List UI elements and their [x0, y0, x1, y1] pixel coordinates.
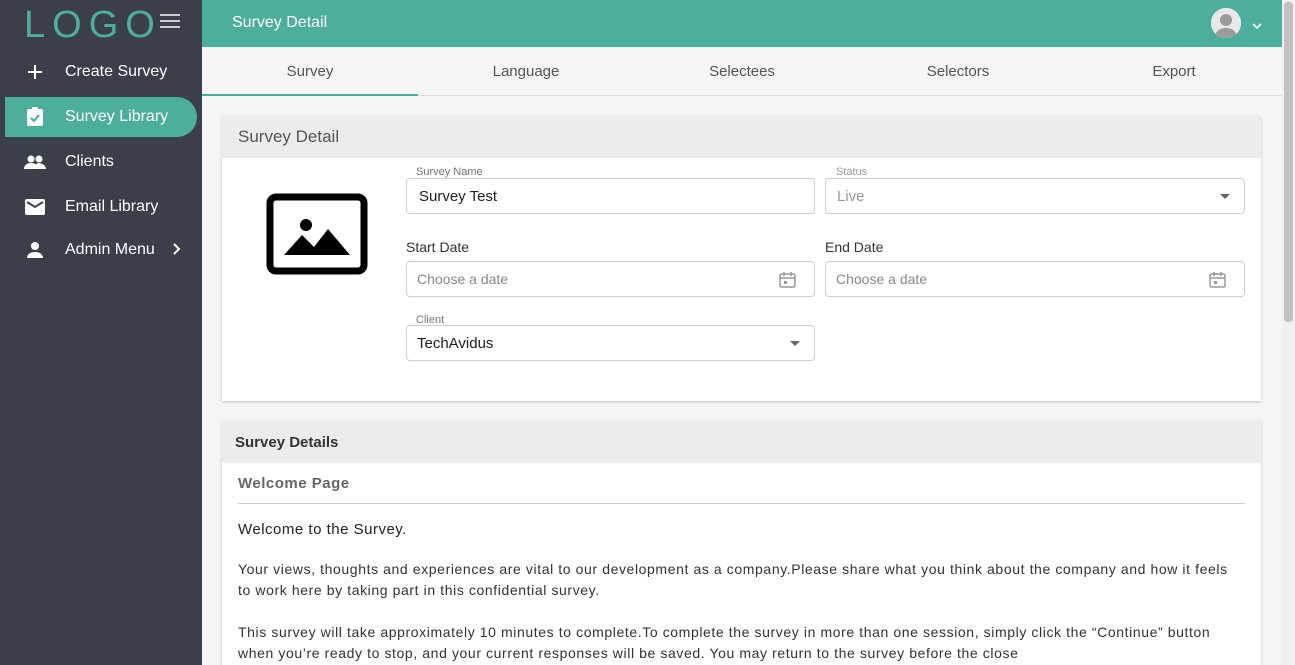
card-title: Survey Details — [222, 421, 1261, 463]
welcome-paragraph: This survey will take approximately 10 m… — [238, 624, 1211, 661]
chevron-down-icon — [1220, 194, 1230, 199]
chevron-right-icon — [173, 242, 181, 260]
image-placeholder-icon[interactable] — [266, 193, 368, 275]
tab-selectors[interactable]: Selectors — [850, 47, 1066, 95]
sidebar-item-label: Survey Library — [65, 108, 169, 125]
start-date-label: Start Date — [406, 239, 470, 255]
calendar-icon[interactable] — [1209, 271, 1226, 291]
mail-icon — [5, 199, 65, 215]
status-value: Live — [837, 187, 865, 205]
survey-name-value: Survey Test — [419, 187, 498, 205]
client-select[interactable]: TechAvidus — [406, 325, 815, 361]
end-date-placeholder: Choose a date — [836, 271, 928, 287]
tab-export[interactable]: Export — [1066, 47, 1282, 95]
people-icon — [5, 155, 65, 169]
survey-name-field[interactable]: Survey Test — [406, 178, 815, 214]
survey-detail-card: Survey Detail Survey Name Survey Test St… — [222, 116, 1261, 401]
tab-bar: Survey Language Selectees Selectors Expo… — [202, 47, 1282, 96]
start-date-placeholder: Choose a date — [417, 271, 509, 287]
tab-survey[interactable]: Survey — [202, 47, 418, 96]
sidebar-item-label: Clients — [65, 153, 114, 170]
sidebar-item-label: Admin Menu — [65, 241, 155, 258]
clipboard-check-icon — [5, 107, 65, 127]
sidebar-item-clients[interactable]: Clients — [5, 142, 197, 182]
tab-language[interactable]: Language — [418, 47, 634, 95]
sidebar-item-survey-library[interactable]: Survey Library — [5, 97, 197, 137]
end-date-label: End Date — [825, 239, 884, 255]
scrollbar[interactable] — [1282, 0, 1295, 665]
welcome-heading: Welcome to the Survey. — [238, 521, 407, 538]
person-icon — [5, 242, 65, 258]
start-date-field[interactable]: Choose a date — [406, 261, 815, 297]
avatar[interactable] — [1211, 8, 1241, 38]
sidebar-item-label: Create Survey — [65, 63, 168, 80]
logo: LOGO — [24, 4, 162, 46]
sidebar: LOGO Create Survey Survey Library Client… — [0, 0, 202, 665]
divider — [238, 503, 1245, 504]
calendar-icon[interactable] — [779, 271, 796, 291]
tab-selectees[interactable]: Selectees — [634, 47, 850, 95]
client-value: TechAvidus — [417, 334, 494, 352]
page-title: Survey Detail — [232, 14, 328, 31]
top-bar: Survey Detail — [202, 0, 1282, 47]
status-label: Status — [836, 166, 868, 178]
card-title: Survey Detail — [222, 116, 1261, 158]
survey-name-label: Survey Name — [416, 166, 483, 178]
survey-details-card: Survey Details Welcome Page Welcome to t… — [222, 421, 1261, 665]
end-date-field[interactable]: Choose a date — [825, 261, 1245, 297]
welcome-paragraph: Your views, thoughts and experiences are… — [238, 561, 1228, 598]
menu-icon[interactable] — [160, 14, 180, 30]
plus-icon — [5, 65, 65, 79]
chevron-down-icon[interactable] — [1252, 17, 1262, 35]
status-select[interactable]: Live — [825, 178, 1245, 214]
chevron-down-icon — [790, 341, 800, 346]
sidebar-item-email-library[interactable]: Email Library — [5, 187, 197, 227]
sidebar-item-label: Email Library — [65, 198, 159, 215]
scrollbar-thumb[interactable] — [1284, 2, 1293, 322]
sidebar-item-create-survey[interactable]: Create Survey — [5, 52, 197, 92]
sidebar-item-admin-menu[interactable]: Admin Menu — [5, 230, 197, 270]
welcome-page-label: Welcome Page — [238, 475, 350, 492]
